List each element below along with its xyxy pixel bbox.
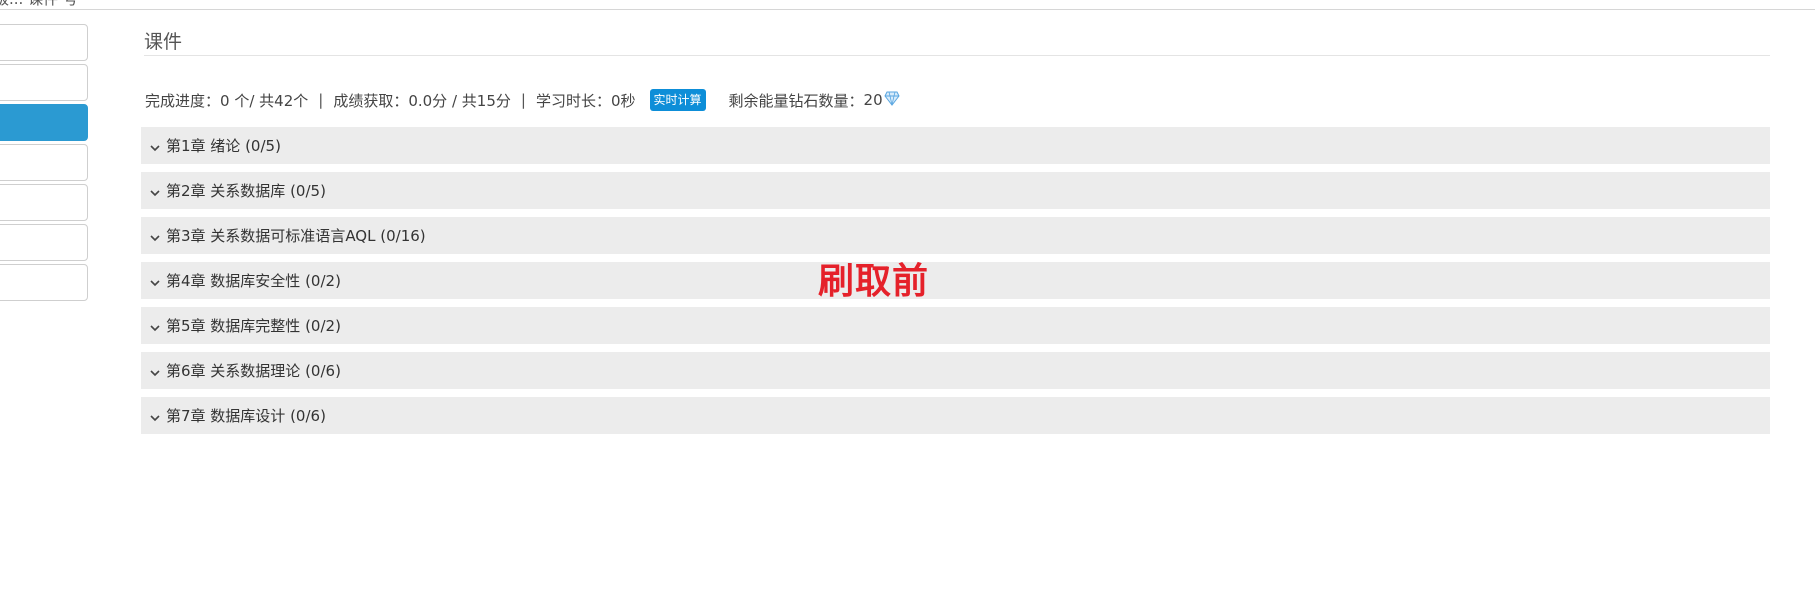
- chapter-row[interactable]: 第4章 数据库安全性 (0/2): [141, 262, 1770, 299]
- chevron-down-icon: [149, 275, 161, 287]
- chevron-down-icon: [149, 410, 161, 422]
- sidebar-item-5[interactable]: [0, 184, 88, 221]
- sidebar-item-1[interactable]: [0, 24, 88, 61]
- chevron-down-icon: [149, 320, 161, 332]
- page: 级... 课件 号 课件 完成进度： 0 个/ 共42个 | 成绩获取： 0.0…: [0, 0, 1815, 603]
- separator: |: [318, 91, 324, 109]
- chevron-down-icon: [149, 230, 161, 242]
- score-label: 成绩获取：: [333, 91, 409, 110]
- chapter-label: 第7章 数据库设计 (0/6): [166, 407, 326, 425]
- separator: |: [520, 91, 526, 109]
- diamond-value: 20: [863, 91, 883, 109]
- chapter-row[interactable]: 第1章 绪论 (0/5): [141, 127, 1770, 164]
- chapter-label: 第5章 数据库完整性 (0/2): [166, 317, 341, 335]
- sidebar-item-4[interactable]: [0, 144, 88, 181]
- page-title: 课件: [144, 31, 183, 53]
- overlay-annotation: 刷取前: [818, 261, 930, 302]
- chevron-down-icon: [149, 185, 161, 197]
- diamond-icon: [884, 90, 900, 106]
- sidebar-item-6[interactable]: [0, 224, 88, 261]
- chapter-row[interactable]: 第3章 关系数据可标准语言AQL (0/16): [141, 217, 1770, 254]
- chapter-label: 第1章 绪论 (0/5): [166, 137, 281, 155]
- breadcrumb: 级... 课件 号: [0, 0, 78, 9]
- chapter-label: 第3章 关系数据可标准语言AQL (0/16): [166, 227, 426, 245]
- diamond-label: 剩余能量钻石数量：: [728, 91, 864, 110]
- chapter-label: 第2章 关系数据库 (0/5): [166, 182, 326, 200]
- chevron-down-icon: [149, 140, 161, 152]
- chapter-row[interactable]: 第7章 数据库设计 (0/6): [141, 397, 1770, 434]
- score-value: 0.0分 / 共15分: [408, 91, 511, 110]
- time-value: 0秒: [610, 91, 636, 110]
- title-divider: [144, 55, 1770, 56]
- realtime-calc-button[interactable]: 实时计算: [649, 89, 706, 111]
- chapter-label: 第4章 数据库安全性 (0/2): [166, 272, 341, 290]
- chevron-down-icon: [149, 365, 161, 377]
- chapter-label: 第6章 关系数据理论 (0/6): [166, 362, 341, 380]
- chapter-row[interactable]: 第5章 数据库完整性 (0/2): [141, 307, 1770, 344]
- stats-bar: 完成进度： 0 个/ 共42个 | 成绩获取： 0.0分 / 共15分 | 学习…: [145, 87, 900, 113]
- chapter-row[interactable]: 第6章 关系数据理论 (0/6): [141, 352, 1770, 389]
- time-label: 学习时长：: [535, 91, 611, 110]
- chapter-row[interactable]: 第2章 关系数据库 (0/5): [141, 172, 1770, 209]
- sidebar-item-7[interactable]: [0, 264, 88, 301]
- top-bar: 级... 课件 号: [0, 0, 1815, 10]
- progress-label: 完成进度：: [145, 91, 221, 110]
- progress-value: 0 个/ 共42个: [220, 91, 309, 110]
- sidebar-item-2[interactable]: [0, 64, 88, 101]
- sidebar-item-3-active[interactable]: [0, 104, 88, 141]
